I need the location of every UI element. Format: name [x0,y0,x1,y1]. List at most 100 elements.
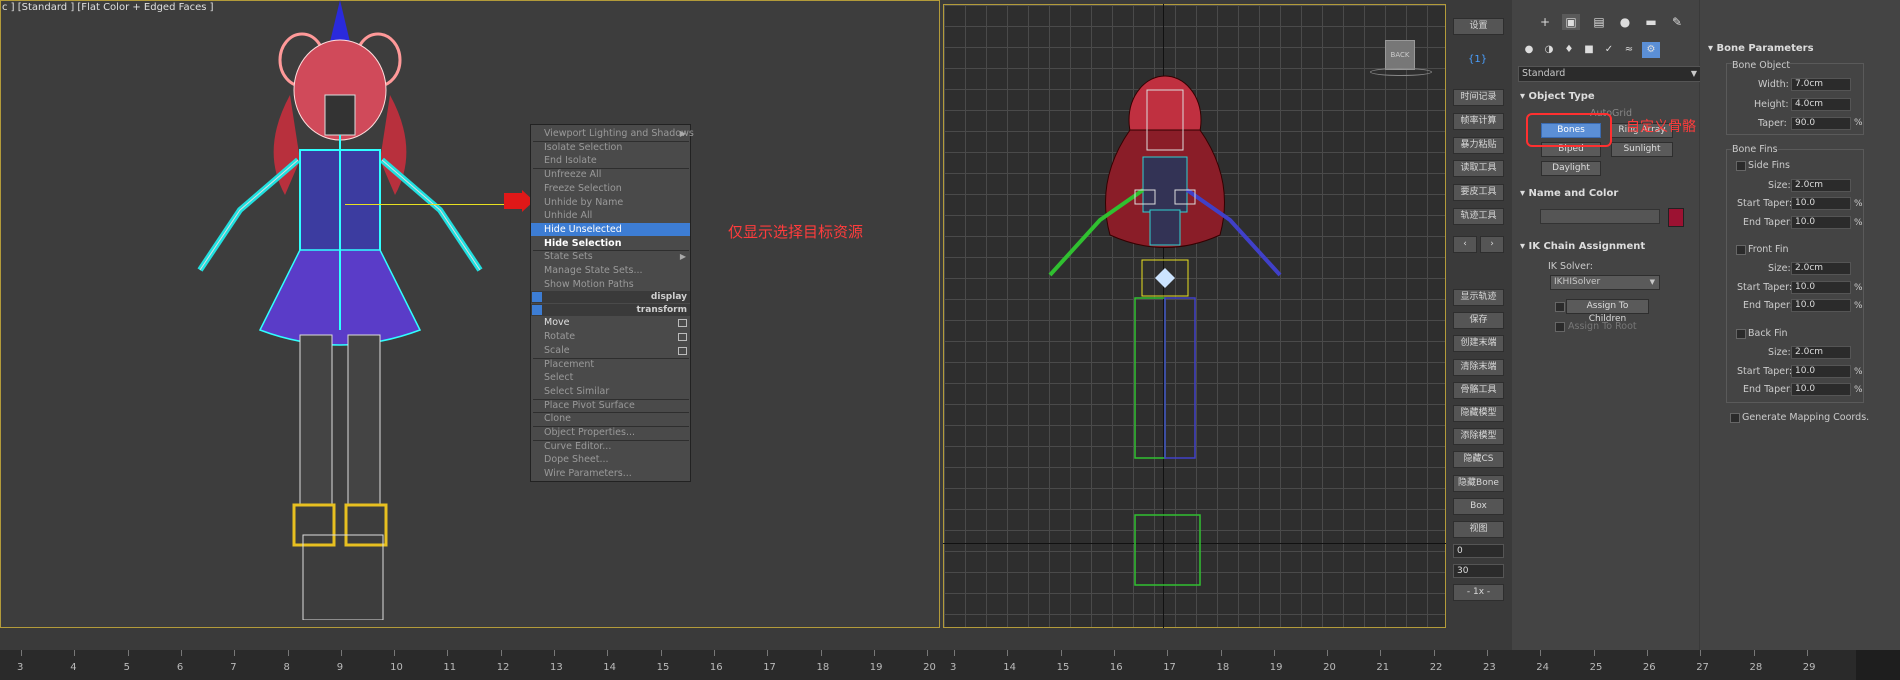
tool-button[interactable]: 隐藏模型 [1453,405,1504,422]
shapes-icon[interactable]: ◑ [1540,42,1558,58]
menu-item[interactable]: Object Properties... [531,426,690,439]
menu-item[interactable]: Unhide by Name [531,196,690,209]
assign-children-checkbox[interactable] [1555,302,1565,312]
side-fins-checkbox[interactable] [1736,161,1746,171]
assign-children-label[interactable]: Assign To Children [1566,299,1649,324]
height-spinner[interactable]: 4.0cm [1791,98,1851,111]
options-box-icon[interactable] [678,333,687,342]
menu-item[interactable]: State Sets ▶ [531,250,690,263]
character-model[interactable] [180,0,500,620]
systems-icon[interactable]: ⚙ [1642,42,1660,58]
tool-button[interactable]: 隐藏CS [1453,451,1504,469]
menu-item[interactable]: Select [531,371,690,384]
prev-page-button[interactable]: ‹ [1453,236,1477,253]
create-tab-icon[interactable]: + [1536,14,1554,30]
menu-item[interactable]: Placement [531,358,690,371]
zoom-button[interactable]: - 1x - [1453,584,1504,601]
menu-item[interactable]: Clone [531,412,690,425]
side-end-taper-spinner[interactable]: 10.0 [1791,216,1851,229]
menu-item[interactable]: Move [531,316,690,329]
hierarchy-tab-icon[interactable]: ▤ [1590,14,1608,30]
menu-item[interactable]: Hide Selection [531,237,690,250]
taper-spinner[interactable]: 90.0 [1791,117,1851,130]
width-spinner[interactable]: 7.0cm [1791,78,1851,91]
assign-root-checkbox[interactable] [1555,322,1565,332]
next-page-button[interactable]: › [1480,236,1504,253]
quad-context-menu[interactable]: Viewport Lighting and Shadows ▶ Isolate Se… [530,124,694,482]
front-fin-checkbox[interactable] [1736,245,1746,255]
menu-item[interactable]: Scale [531,344,690,357]
mapping-checkbox[interactable] [1730,413,1740,423]
menu-item[interactable]: Manage State Sets... [531,264,690,277]
tool-button[interactable]: 保存 [1453,312,1504,330]
spin-end[interactable]: 30 [1453,564,1504,578]
name-field[interactable] [1540,209,1660,224]
daylight-button[interactable]: Daylight [1541,161,1601,176]
motion-tab-icon[interactable]: ● [1616,14,1634,30]
bone-params-title[interactable]: ▾ Bone Parameters [1708,43,1814,54]
viewcube-ring[interactable] [1370,68,1432,76]
back-start-taper-spinner[interactable]: 10.0 [1791,365,1851,378]
back-size-spinner[interactable]: 2.0cm [1791,346,1851,359]
front-end-taper-spinner[interactable]: 10.0 [1791,299,1851,312]
spacewarps-icon[interactable]: ≈ [1620,42,1638,58]
menu-item[interactable]: Rotate [531,330,690,343]
menu-item[interactable]: Wire Parameters... [531,467,690,480]
color-swatch[interactable] [1668,208,1684,227]
timeline[interactable]: 3 4 5 6 7 8 9 10 11 12 13 14 15 16 17 18 19 20 3 14 15 16 17 18… [0,650,1900,680]
tool-button[interactable]: 帧率计算 [1453,112,1504,130]
menu-item[interactable]: Show Motion Paths [531,278,690,291]
ik-chain-title[interactable]: ▾ IK Chain Assignment [1520,241,1645,252]
menu-item[interactable]: Unfreeze All [531,168,690,181]
menu-item[interactable]: Freeze Selection [531,182,690,195]
back-end-taper-spinner[interactable]: 10.0 [1791,383,1851,396]
menu-item[interactable]: Viewport Lighting and Shadows ▶ [531,127,694,140]
bone-rig[interactable] [1000,60,1340,600]
menu-item[interactable]: Select Similar [531,385,690,398]
tool-button[interactable]: 要皮工具 [1453,184,1504,202]
menu-item[interactable]: Isolate Selection [531,141,690,154]
tool-button[interactable]: 创建末端 [1453,335,1504,353]
menu-item[interactable]: Unhide All [531,209,690,222]
front-start-taper-spinner[interactable]: 10.0 [1791,281,1851,294]
tool-button[interactable]: 隐藏Bone [1453,474,1504,492]
side-size-spinner[interactable]: 2.0cm [1791,179,1851,192]
spin-start[interactable]: 0 [1453,544,1504,558]
tool-button[interactable]: 清除末端 [1453,358,1504,376]
tool-button[interactable]: 视图 [1453,521,1504,538]
sunlight-button[interactable]: Sunlight [1611,142,1673,157]
tool-button[interactable]: 读取工具 [1453,160,1504,178]
menu-item[interactable]: End Isolate [531,154,690,167]
name-color-title[interactable]: ▾ Name and Color [1520,188,1618,199]
tool-button[interactable]: 显示轨迹 [1453,289,1504,306]
geometry-icon[interactable]: ● [1520,42,1538,58]
settings-button[interactable]: 设置 [1453,18,1504,35]
menu-item[interactable]: Dope Sheet... [531,453,690,466]
tool-button[interactable]: 添除模型 [1453,428,1504,446]
viewcube[interactable]: BACK [1385,40,1415,70]
tool-button[interactable]: 轨迹工具 [1453,208,1504,225]
back-fin-checkbox[interactable] [1736,329,1746,339]
object-type-title[interactable]: ▾ Object Type [1520,91,1595,102]
quad-display-header: display [531,291,690,304]
menu-item[interactable]: Place Pivot Surface [531,399,690,412]
ik-solver-dropdown[interactable]: IKHISolver ▼ [1550,275,1660,290]
tool-button[interactable]: Box [1453,497,1504,515]
options-box-icon[interactable] [678,319,687,328]
menu-item-label: Move [544,317,570,329]
menu-item[interactable]: Hide Unselected [531,222,690,236]
lights-icon[interactable]: ♦ [1560,42,1578,58]
tool-button[interactable]: 骨骼工具 [1453,381,1504,399]
utilities-tab-icon[interactable]: ✎ [1668,14,1686,30]
menu-item[interactable]: Curve Editor... [531,440,690,453]
modify-tab-icon[interactable]: ▣ [1562,14,1580,30]
category-dropdown[interactable]: Standard ▼ [1518,66,1702,82]
tool-button[interactable]: 时间记录 [1453,89,1504,106]
tool-button[interactable]: 暴力粘贴 [1453,136,1504,154]
options-box-icon[interactable] [678,346,687,355]
cameras-icon[interactable]: ■ [1580,42,1598,58]
display-tab-icon[interactable]: ▬ [1642,14,1660,30]
side-start-taper-spinner[interactable]: 10.0 [1791,197,1851,210]
helpers-icon[interactable]: ✓ [1600,42,1618,58]
front-size-spinner[interactable]: 2.0cm [1791,262,1851,275]
